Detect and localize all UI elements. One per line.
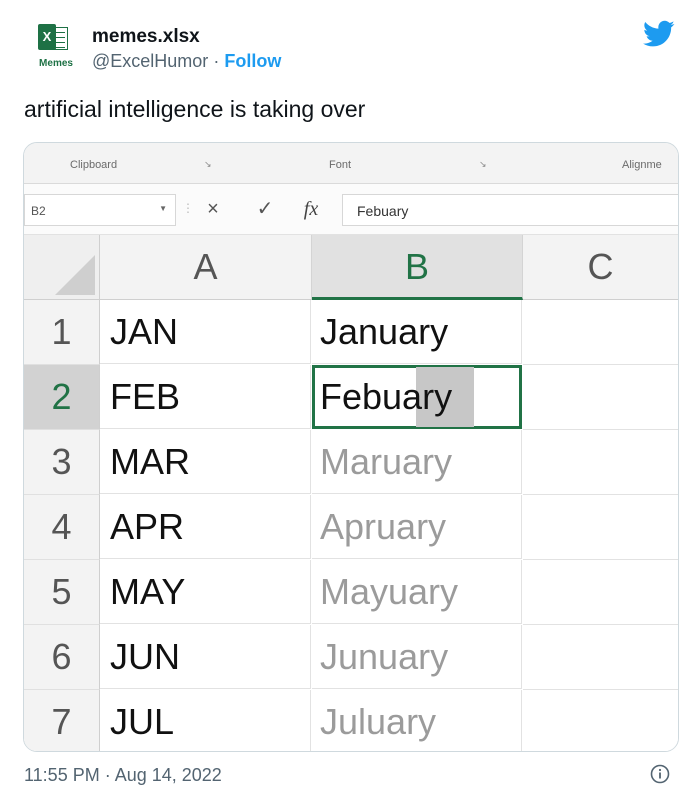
cell-a3[interactable]: MAR: [100, 430, 311, 494]
row-header[interactable]: 1: [24, 300, 100, 365]
column-header-a[interactable]: A: [100, 235, 312, 300]
handle-line: @ExcelHumor · Follow: [92, 51, 281, 72]
select-all-button[interactable]: [24, 235, 100, 300]
ribbon-clipboard-label: Clipboard: [70, 159, 118, 171]
row-header[interactable]: 7: [24, 690, 100, 751]
account-handle[interactable]: @ExcelHumor: [92, 51, 208, 71]
cell-b1[interactable]: January: [312, 300, 522, 364]
cell-a7[interactable]: JUL: [100, 690, 311, 751]
tweet-image[interactable]: Clipboard ↘ Font ↘ Alignme B2 ▼ ⋮ × ✓ fx…: [23, 142, 679, 752]
cell-c4[interactable]: [523, 495, 678, 560]
spreadsheet-grid: A B C 1 JAN January 2 FEB Febuary 3 MAR …: [24, 235, 678, 751]
cell-b4-preview[interactable]: Apruary: [312, 495, 522, 559]
insert-function-icon[interactable]: fx: [298, 196, 324, 222]
account-name[interactable]: memes.xlsx: [92, 26, 200, 48]
cell-b2-active[interactable]: Febuary: [312, 365, 522, 429]
row-header[interactable]: 6: [24, 625, 100, 690]
twitter-bird-icon[interactable]: [643, 20, 675, 48]
cell-b5-preview[interactable]: Mayuary: [312, 560, 522, 624]
cell-c6[interactable]: [523, 625, 678, 690]
formula-bar: B2 ▼ ⋮ × ✓ fx Febuary: [24, 184, 678, 235]
more-icon: ⋮: [182, 201, 194, 215]
name-box-value: B2: [31, 204, 46, 218]
formula-input[interactable]: Febuary: [342, 194, 678, 226]
tweet-text: artificial intelligence is taking over: [24, 96, 366, 122]
cell-c7[interactable]: [523, 690, 678, 751]
tweet-timestamp[interactable]: 11:55 PM · Aug 14, 2022: [24, 765, 222, 786]
separator: ·: [213, 51, 220, 71]
dialog-launcher-icon: ↘: [204, 159, 212, 169]
info-icon[interactable]: [650, 764, 670, 784]
row-header[interactable]: 5: [24, 560, 100, 625]
name-box[interactable]: B2 ▼: [24, 194, 176, 226]
cell-b6-preview[interactable]: Junuary: [312, 625, 522, 689]
cell-a5[interactable]: MAY: [100, 560, 311, 624]
cell-a2[interactable]: FEB: [100, 365, 311, 429]
dialog-launcher-icon: ↘: [479, 159, 487, 169]
avatar[interactable]: X Memes: [28, 22, 84, 76]
cell-b7-preview[interactable]: Juluary: [312, 690, 522, 751]
row-header[interactable]: 2: [24, 365, 100, 430]
cell-c2[interactable]: [523, 365, 678, 430]
cell-a4[interactable]: APR: [100, 495, 311, 559]
column-header-c[interactable]: C: [523, 235, 678, 300]
cell-c5[interactable]: [523, 560, 678, 625]
chevron-down-icon[interactable]: ▼: [159, 204, 167, 213]
cell-c3[interactable]: [523, 430, 678, 495]
excel-logo-icon: X: [38, 24, 68, 54]
column-header-b[interactable]: B: [312, 235, 523, 300]
ribbon-font-label: Font: [329, 159, 352, 171]
ribbon-alignment-label: Alignme: [622, 159, 662, 171]
cell-c1[interactable]: [523, 300, 678, 365]
cell-b3-preview[interactable]: Maruary: [312, 430, 522, 494]
cell-a6[interactable]: JUN: [100, 625, 311, 689]
row-header[interactable]: 4: [24, 495, 100, 560]
check-icon[interactable]: ✓: [254, 196, 276, 222]
row-header[interactable]: 3: [24, 430, 100, 495]
cell-a1[interactable]: JAN: [100, 300, 311, 364]
cell-b2-value: Febuary: [320, 376, 453, 417]
excel-ribbon: Clipboard ↘ Font ↘ Alignme: [24, 143, 678, 184]
follow-button[interactable]: Follow: [224, 51, 281, 71]
formula-value: Febuary: [357, 203, 409, 219]
cancel-icon[interactable]: ×: [202, 196, 224, 222]
avatar-label: Memes: [39, 58, 73, 69]
